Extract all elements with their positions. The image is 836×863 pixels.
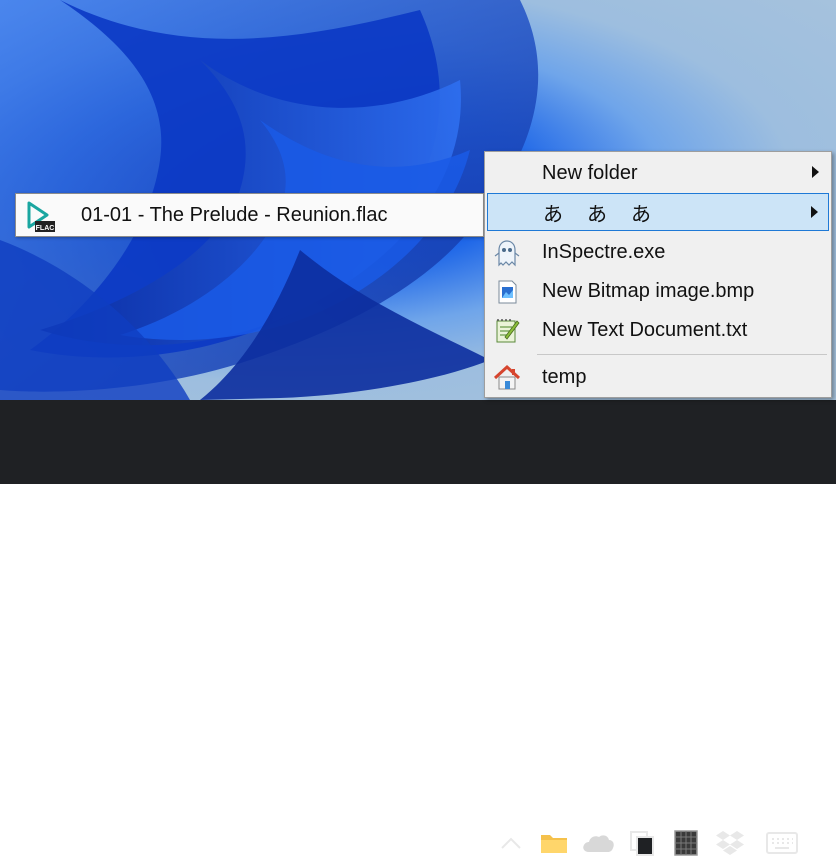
grid-icon[interactable] xyxy=(668,823,704,863)
menu-item-label: あ あ あ xyxy=(543,203,653,226)
copy-icon[interactable] xyxy=(624,823,660,863)
menu-item-japanese[interactable]: あ あ あ xyxy=(487,193,829,231)
menu-item-label: New Bitmap image.bmp xyxy=(542,279,755,302)
home-icon xyxy=(493,364,521,392)
menu-separator xyxy=(537,354,827,355)
menu-item-label: New folder xyxy=(542,161,638,184)
chevron-up-icon[interactable] xyxy=(493,823,529,863)
submenu-arrow-icon xyxy=(812,166,819,178)
context-menu: New folder あ あ あ InSpectre.exe New Bitma… xyxy=(484,151,832,398)
submenu-arrow-icon xyxy=(811,206,818,218)
bitmap-file-icon xyxy=(493,278,521,306)
menu-item-new-folder[interactable]: New folder xyxy=(487,154,829,192)
menu-item-label: temp xyxy=(542,365,587,388)
menu-item-label: InSpectre.exe xyxy=(542,240,666,263)
keyboard-icon[interactable] xyxy=(764,823,800,863)
menu-item-temp[interactable]: temp xyxy=(487,358,829,396)
ghost-icon xyxy=(493,239,521,267)
tooltip-label: 01-01 - The Prelude - Reunion.flac xyxy=(81,204,388,226)
menu-item-bitmap[interactable]: New Bitmap image.bmp xyxy=(487,272,829,310)
menu-item-text-document[interactable]: New Text Document.txt xyxy=(487,311,829,349)
onedrive-cloud-icon[interactable] xyxy=(580,823,616,863)
flac-badge-text: FLAC xyxy=(36,225,55,232)
folder-icon[interactable] xyxy=(536,823,572,863)
taskbar xyxy=(0,400,836,856)
flac-file-icon: FLAC xyxy=(21,199,55,233)
menu-item-inspectre[interactable]: InSpectre.exe xyxy=(487,233,829,271)
file-tooltip: FLAC 01-01 - The Prelude - Reunion.flac xyxy=(15,193,484,237)
dropbox-icon[interactable] xyxy=(712,823,748,863)
notepad-icon xyxy=(493,317,521,345)
menu-item-label: New Text Document.txt xyxy=(542,318,748,341)
